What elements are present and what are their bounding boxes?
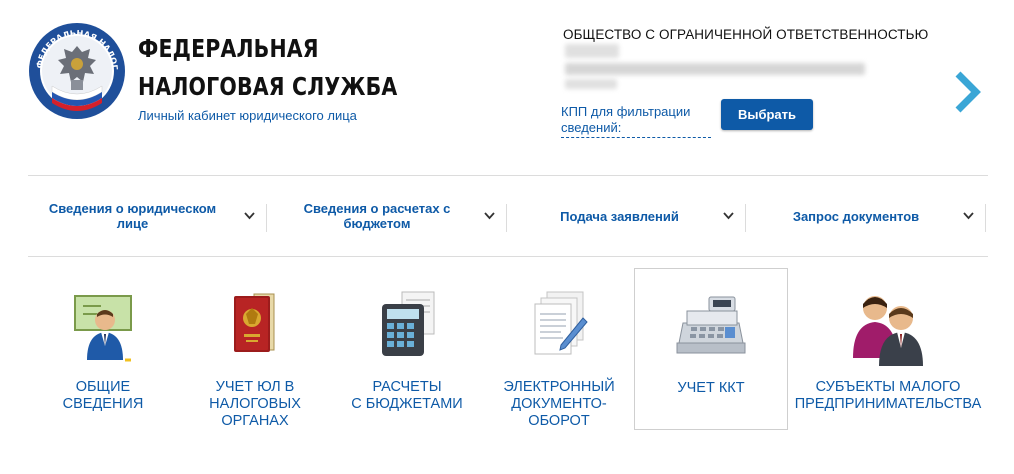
cash-register-icon — [676, 296, 746, 354]
nav-item-legal-entity-info[interactable]: Сведения о юридическом лице — [28, 176, 267, 256]
chevron-down-icon — [963, 212, 974, 220]
brand-subtitle: Личный кабинет юридического лица — [138, 108, 357, 123]
tile-label-line2: НАЛОГОВЫХ — [209, 396, 301, 412]
select-button[interactable]: Выбрать — [721, 99, 813, 130]
redacted-company-extra — [565, 79, 617, 89]
presenter-icon — [74, 295, 132, 362]
nav-separator — [985, 204, 986, 232]
tile-tax-registration[interactable]: УЧЕТ ЮЛ В НАЛОГОВЫХ ОРГАНАХ — [180, 268, 330, 430]
tile-label-line1: УЧЕТ ЮЛ В — [215, 379, 295, 395]
calculator-icon — [382, 291, 435, 356]
company-info: ОБЩЕСТВО С ОГРАНИЧЕННОЙ ОТВЕТСТВЕННОСТЬЮ — [563, 27, 983, 89]
tile-label-line1: СУБЪЕКТЫ МАЛОГО — [815, 379, 961, 395]
nav-label-line1: Подача заявлений — [560, 208, 679, 224]
nav-label: Сведения о юридическом лице — [49, 201, 216, 231]
nav-label-line2: лице — [116, 216, 149, 231]
kpp-filter-line1: КПП для фильтрации — [561, 104, 691, 119]
tile-label-line1: ЭЛЕКТРОННЫЙ — [503, 379, 615, 395]
chevron-down-icon — [723, 212, 734, 220]
nav-label: Подача заявлений — [560, 209, 679, 224]
nav-label-line2: бюджетом — [343, 216, 411, 231]
brand-title-line2: НАЛОГОВАЯ СЛУЖБА — [138, 72, 398, 101]
chevron-down-icon — [244, 212, 255, 220]
tile-label-line2: СВЕДЕНИЯ — [62, 396, 144, 412]
tile-label-line2: С БЮДЖЕТАМИ — [351, 396, 463, 412]
tile-label: РАСЧЕТЫ С БЮДЖЕТАМИ — [332, 379, 482, 413]
fns-emblem-logo: ФЕДЕРАЛЬНАЯ НАЛОГОВАЯ СЛУЖБА — [28, 22, 125, 119]
chevron-down-icon — [484, 212, 495, 220]
nav-label: Запрос документов — [793, 209, 919, 224]
tile-small-business[interactable]: СУБЪЕКТЫ МАЛОГО ПРЕДПРИНИМАТЕЛЬСТВА — [790, 268, 986, 430]
tile-label: ОБЩИЕ СВЕДЕНИЯ — [28, 379, 178, 413]
nav-item-document-request[interactable]: Запрос документов — [746, 176, 986, 256]
tile-label: УЧЕТ ККТ — [635, 380, 787, 397]
documents-icon — [534, 291, 588, 355]
nav-label-line1: Сведения о расчетах с — [303, 201, 451, 216]
chevron-right-icon[interactable] — [954, 70, 982, 114]
redacted-company-name — [565, 44, 619, 58]
kpp-filter-link[interactable]: КПП для фильтрации сведений: — [561, 104, 711, 138]
tile-cash-register-accounting[interactable]: УЧЕТ ККТ — [634, 268, 788, 430]
tile-label-line2: ДОКУМЕНТО- — [511, 396, 607, 412]
tile-label: УЧЕТ ЮЛ В НАЛОГОВЫХ ОРГАНАХ — [180, 379, 330, 430]
nav-item-budget-settlements[interactable]: Сведения о расчетах с бюджетом — [267, 176, 507, 256]
tile-general-info[interactable]: ОБЩИЕ СВЕДЕНИЯ — [28, 268, 178, 430]
tile-label-line1: РАСЧЕТЫ — [372, 379, 442, 395]
tile-label: ЭЛЕКТРОННЫЙ ДОКУМЕНТО- ОБОРОТ — [484, 379, 634, 430]
tile-label-line1: УЧЕТ ККТ — [677, 380, 745, 396]
tile-electronic-document-flow[interactable]: ЭЛЕКТРОННЫЙ ДОКУМЕНТО- ОБОРОТ — [484, 268, 634, 430]
main-nav: Сведения о юридическом лице Сведения о р… — [28, 175, 988, 257]
brand-title-line1: ФЕДЕРАЛЬНАЯ — [138, 34, 319, 63]
tile-label-line3: ОРГАНАХ — [221, 413, 289, 429]
redacted-company-details — [565, 63, 865, 75]
businesspeople-icon — [853, 296, 923, 366]
brand-title: ФЕДЕРАЛЬНАЯ НАЛОГОВАЯ СЛУЖБА — [138, 30, 397, 106]
nav-label: Сведения о расчетах с бюджетом — [304, 201, 451, 231]
tile-label-line2: ПРЕДПРИНИМАТЕЛЬСТВА — [794, 396, 982, 412]
nav-label-line1: Запрос документов — [792, 208, 920, 224]
company-type: ОБЩЕСТВО С ОГРАНИЧЕННОЙ ОТВЕТСТВЕННОСТЬЮ — [563, 27, 929, 42]
nav-label-line1: Сведения о юридическом — [48, 201, 217, 216]
passport-icon — [234, 293, 275, 352]
nav-item-applications[interactable]: Подача заявлений — [507, 176, 746, 256]
tile-label-line3: ОБОРОТ — [528, 413, 590, 429]
tile-budget-settlements[interactable]: РАСЧЕТЫ С БЮДЖЕТАМИ — [332, 268, 482, 430]
kpp-filter-line2: сведений: — [561, 120, 622, 135]
tile-label: СУБЪЕКТЫ МАЛОГО ПРЕДПРИНИМАТЕЛЬСТВА — [790, 379, 986, 413]
tile-label-line1: ОБЩИЕ — [75, 379, 131, 395]
